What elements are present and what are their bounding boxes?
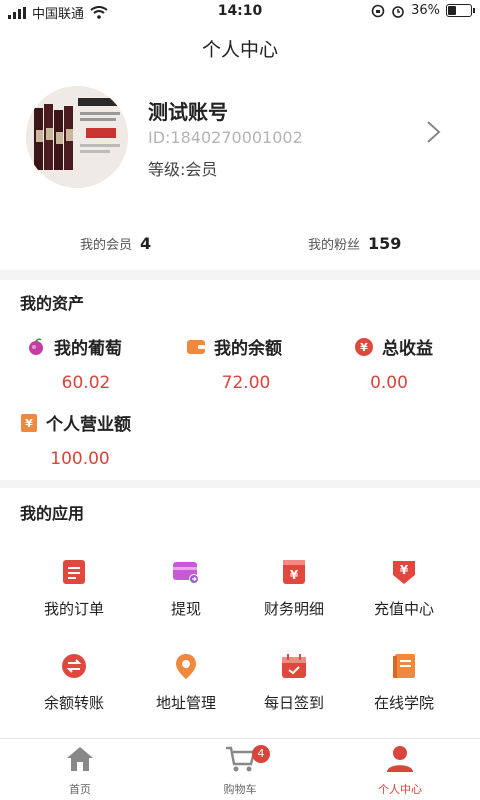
user-level: 等级:会员	[148, 160, 218, 179]
avatar[interactable]	[26, 86, 128, 188]
app-my-orders[interactable]: 我的订单	[14, 558, 134, 619]
battery-icon	[446, 4, 475, 17]
app-label: 地址管理	[155, 694, 216, 712]
app-recharge-center[interactable]: ¥ 充值中心	[344, 558, 464, 619]
finance-detail-icon: ¥	[283, 560, 305, 584]
book-icon	[393, 654, 415, 678]
apps-title: 我的应用	[20, 504, 85, 523]
transfer-icon	[62, 654, 86, 678]
wallet-icon	[187, 339, 205, 354]
app-withdraw[interactable]: 提现	[126, 558, 246, 619]
status-bar: 中国联通 14:10 36%	[0, 0, 480, 24]
calendar-check-icon	[282, 654, 306, 678]
tab-label: 个人中心	[378, 783, 422, 796]
svg-text:¥: ¥	[360, 341, 368, 354]
cart-icon	[226, 746, 256, 772]
asset-personal-turnover[interactable]: ¥ 个人营业额 100.00	[20, 410, 170, 469]
yen-tag-icon: ¥	[21, 413, 37, 432]
profile-card: 测试账号 ID:1840270001002 等级:会员 我的会员 4 我的粉丝 …	[0, 76, 480, 270]
home-icon	[67, 747, 93, 771]
members-label: 我的会员	[80, 238, 133, 253]
app-daily-checkin[interactable]: 每日签到	[234, 652, 354, 713]
recharge-icon: ¥	[393, 561, 415, 584]
svg-text:¥: ¥	[400, 563, 409, 577]
asset-label: 我的余额	[214, 339, 282, 359]
asset-label: 个人营业额	[46, 415, 131, 435]
location-pin-icon	[176, 654, 196, 679]
asset-value: 72.00	[221, 373, 271, 393]
bottom-tab-bar: 首页 4 购物车 个人中心	[0, 738, 480, 800]
members-count-item[interactable]: 我的会员 4	[80, 234, 151, 253]
avatar-image	[26, 86, 128, 188]
battery-percent: 36%	[411, 3, 440, 18]
asset-grapes[interactable]: 我的葡萄 60.02	[26, 334, 176, 393]
tab-label: 购物车	[223, 783, 257, 796]
members-count: 4	[140, 234, 152, 253]
apps-section: 我的应用 我的订单 提现 ¥ 财务明细 ¥ 充值中心 余额转账 地址管理 每日签…	[0, 488, 480, 738]
asset-value: 100.00	[50, 449, 110, 469]
app-online-academy[interactable]: 在线学院	[344, 652, 464, 713]
app-label: 我的订单	[43, 600, 104, 618]
rotation-lock-icon	[371, 4, 385, 17]
app-finance-detail[interactable]: ¥ 财务明细	[234, 558, 354, 619]
app-label: 在线学院	[373, 694, 434, 712]
user-icon	[387, 746, 413, 772]
cart-badge: 4	[252, 745, 270, 763]
asset-total-income[interactable]: ¥ 总收益 0.00	[354, 334, 480, 393]
fans-count: 159	[368, 234, 402, 253]
fans-label: 我的粉丝	[308, 238, 361, 253]
page-title: 个人中心	[0, 24, 480, 76]
app-label: 每日签到	[263, 694, 324, 712]
svg-text:¥: ¥	[25, 417, 33, 430]
app-address-manage[interactable]: 地址管理	[126, 652, 246, 713]
alarm-icon	[392, 5, 404, 18]
app-label: 充值中心	[373, 600, 434, 618]
app-label: 余额转账	[43, 694, 104, 712]
tab-cart[interactable]: 4 购物车	[160, 745, 320, 797]
tab-home[interactable]: 首页	[0, 745, 160, 797]
yen-coin-icon: ¥	[355, 337, 373, 356]
user-id: ID:1840270001002	[148, 128, 303, 147]
chevron-right-icon[interactable]	[424, 118, 444, 146]
tab-profile[interactable]: 个人中心	[320, 745, 480, 797]
tab-label: 首页	[69, 783, 91, 796]
asset-label: 总收益	[382, 339, 433, 359]
asset-value: 0.00	[370, 373, 408, 393]
asset-balance[interactable]: 我的余额 72.00	[186, 334, 336, 393]
assets-title: 我的资产	[20, 294, 85, 313]
asset-label: 我的葡萄	[54, 339, 122, 359]
fans-count-item[interactable]: 我的粉丝 159	[308, 234, 401, 253]
grape-icon	[29, 337, 43, 355]
assets-section: 我的资产 我的葡萄 60.02 我的余额 72.00 ¥ 总收益 0.00 ¥ …	[0, 280, 480, 480]
app-balance-transfer[interactable]: 余额转账	[14, 652, 134, 713]
asset-value: 60.02	[61, 373, 111, 393]
order-list-icon	[63, 560, 85, 584]
app-label: 提现	[170, 600, 201, 618]
withdraw-card-icon	[173, 562, 199, 584]
app-label: 财务明细	[263, 600, 324, 618]
svg-text:¥: ¥	[290, 568, 299, 582]
user-name: 测试账号	[148, 100, 228, 124]
